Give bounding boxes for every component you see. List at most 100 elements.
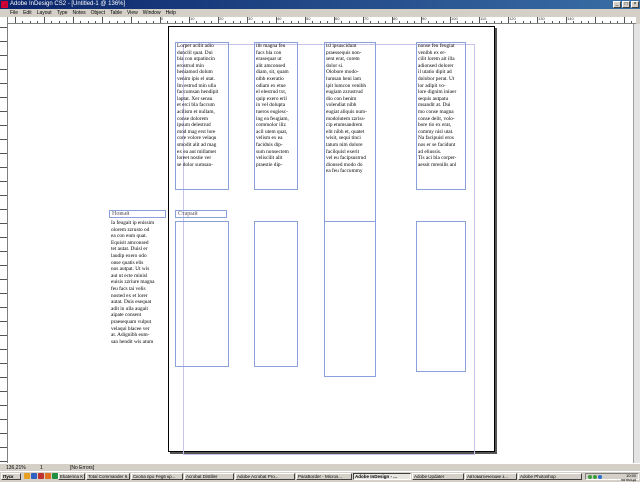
task-button[interactable]: Total Commander 6... <box>86 473 130 480</box>
empty-frame-4[interactable] <box>416 221 466 372</box>
ruler-minor-tick <box>58 21 60 23</box>
empty-frame-3[interactable] <box>324 221 376 377</box>
menu-file[interactable]: File <box>10 9 18 17</box>
menu-view[interactable]: View <box>127 9 138 17</box>
ruler-tick <box>0 83 7 84</box>
task-button-active[interactable]: Adobe InDesign - ... <box>353 473 411 480</box>
pasteboard[interactable]: Lorper acilit adio dunclil quat. Dui bla… <box>8 24 633 463</box>
minimize-icon[interactable]: _ <box>613 1 621 8</box>
clock-day: пятница <box>620 476 636 482</box>
ruler-label: 40 <box>277 17 282 21</box>
menu-layout[interactable]: Layout <box>37 9 52 17</box>
ruler-minor-tick <box>457 21 459 23</box>
text-frame-col2[interactable]: ilit magna feu facs bla con erasequat ut… <box>254 42 298 190</box>
ruler-minor-tick <box>116 21 118 23</box>
ruler-minor-tick <box>181 21 183 23</box>
ruler-minor-tick <box>558 21 560 23</box>
task-button[interactable]: ParaBorder - Micros... <box>296 473 352 480</box>
task-button[interactable]: Автоматические з... <box>465 473 517 480</box>
menu-table[interactable]: Table <box>110 9 122 17</box>
folder-icon[interactable] <box>24 473 30 479</box>
browser-icon[interactable] <box>31 473 37 479</box>
menu-help[interactable]: Help <box>166 9 176 17</box>
ruler-tick <box>0 447 7 448</box>
heading-new: Новый <box>112 211 130 217</box>
close-icon[interactable]: × <box>631 1 639 8</box>
network-icon[interactable] <box>588 475 592 479</box>
ruler-minor-tick <box>145 21 147 23</box>
maximize-icon[interactable]: □ <box>622 1 630 8</box>
ruler-minor-tick <box>290 21 292 23</box>
ruler-tick <box>0 195 7 196</box>
ruler-minor-tick <box>500 21 502 23</box>
text-frame-col3[interactable]: isl ipsuscidunt praessequis non- sent er… <box>324 42 376 222</box>
ruler-tick <box>0 237 7 238</box>
ruler-minor-tick <box>616 21 618 23</box>
quick-launch <box>24 473 58 479</box>
task-button[interactable]: Adobe Photoshop <box>518 473 582 480</box>
menu-type[interactable]: Type <box>57 9 68 17</box>
ruler-minor-tick <box>602 21 604 23</box>
ruler-tick <box>0 433 7 434</box>
ruler-minor-tick <box>283 21 285 23</box>
menu-edit[interactable]: Edit <box>23 9 32 17</box>
ruler-minor-tick <box>36 21 38 23</box>
tray-icon[interactable] <box>598 475 602 479</box>
empty-frame-1[interactable] <box>175 221 229 367</box>
ruler-minor-tick <box>232 21 234 23</box>
menu-object[interactable]: Object <box>91 9 105 17</box>
ruler-label: 90 <box>422 17 427 21</box>
ruler-tick <box>0 391 7 392</box>
ruler-tick <box>0 349 7 350</box>
ruler-tick <box>0 363 7 364</box>
ruler-minor-tick <box>551 21 553 23</box>
ruler-tick <box>595 17 596 23</box>
heading-frame-center[interactable]: Старый <box>175 210 227 218</box>
ruler-minor-tick <box>399 21 401 23</box>
ruler-minor-tick <box>348 21 350 23</box>
ruler-minor-tick <box>319 21 321 23</box>
ruler-label: 60 <box>335 17 340 21</box>
task-button[interactable]: Adobe Acrobat Pro... <box>235 473 295 480</box>
frame-text-col4: nonse feu feugiat venibh ex er- cilit lo… <box>418 43 457 168</box>
ruler-tick <box>0 405 7 406</box>
task-button[interactable]: Acrobat Distiller <box>184 473 234 480</box>
ruler-tick <box>0 307 7 308</box>
firefox-icon[interactable] <box>45 473 51 479</box>
ruler-minor-tick <box>493 21 495 23</box>
ruler-label: 100 <box>451 17 458 21</box>
task-button[interactable]: Ekaterina K Yelbach... <box>58 473 85 480</box>
ruler-minor-tick <box>377 21 379 23</box>
ruler-minor-tick <box>580 21 582 23</box>
ruler-label: 70 <box>364 17 369 21</box>
heading-frame-left[interactable]: Новый <box>109 210 166 218</box>
ruler-label: 80 <box>393 17 398 21</box>
ruler-minor-tick <box>355 21 357 23</box>
system-tray: 10:50 пятница <box>585 473 639 482</box>
vertical-ruler[interactable] <box>0 17 8 463</box>
menu-notes[interactable]: Notes <box>73 9 86 17</box>
ruler-minor-tick <box>471 21 473 23</box>
menu-window[interactable]: Window <box>143 9 161 17</box>
ruler-tick <box>0 55 7 56</box>
empty-frame-2[interactable] <box>254 221 298 367</box>
network-icon[interactable] <box>593 475 597 479</box>
horizontal-ruler[interactable]: 0 10 20 30 40 50 60 70 80 90 100 110 120 130 140 <box>8 17 636 24</box>
ruler-minor-tick <box>174 21 176 23</box>
ruler-tick <box>44 17 45 23</box>
ruler-minor-tick <box>109 21 111 23</box>
task-button[interactable]: Adobe Updater <box>412 473 464 480</box>
ruler-minor-tick <box>297 21 299 23</box>
text-frame-col1[interactable]: Lorper acilit adio dunclil quat. Dui bla… <box>175 42 229 190</box>
ruler-tick <box>0 97 7 98</box>
ruler-minor-tick <box>210 21 212 23</box>
text-frame-col4[interactable]: nonse feu feugiat venibh ex er- cilit lo… <box>416 42 466 190</box>
ruler-tick <box>0 335 7 336</box>
start-button[interactable]: Пуск <box>1 473 21 480</box>
acrobat-icon[interactable] <box>38 473 44 479</box>
task-button[interactable]: Cкопа про Feg6 кр... <box>131 473 183 480</box>
ruler-tick <box>131 17 132 23</box>
text-frame-left[interactable]: Ia feugait ip enissim olorem zzrusto od … <box>109 219 166 369</box>
ruler-tick <box>0 223 7 224</box>
vertical-scrollbar[interactable] <box>633 24 640 463</box>
